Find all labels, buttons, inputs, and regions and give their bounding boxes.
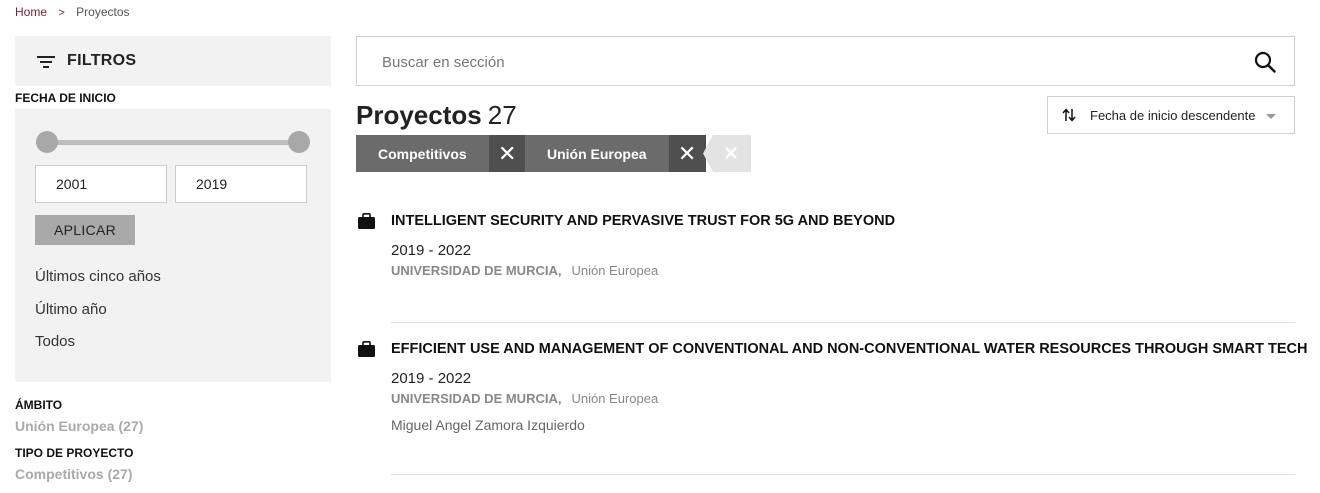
facet-type-competitivos[interactable]: Competitivos (27) (15, 466, 132, 482)
project-years: 2019 - 2022 (391, 370, 472, 387)
results-title: Proyectos (356, 100, 482, 130)
project-organization: UNIVERSIDAD DE MURCIA, Unión Europea (391, 391, 658, 406)
range-option-last-five-years[interactable]: Últimos cinco años (35, 268, 161, 285)
filters-header[interactable]: FILTROS (15, 36, 331, 86)
date-section-label: FECHA DE INICIO (15, 91, 116, 105)
sort-label: Fecha de inicio descendente (1090, 107, 1256, 123)
divider (391, 322, 1295, 323)
facet-count: (27) (118, 418, 144, 434)
end-year-input[interactable] (175, 165, 307, 203)
chevron-down-icon (1266, 114, 1276, 119)
sort-arrows-icon (1062, 108, 1076, 122)
project-years: 2019 - 2022 (391, 242, 472, 259)
breadcrumb-separator: > (58, 7, 65, 19)
project-org-name: UNIVERSIDAD DE MURCIA, (391, 391, 562, 406)
filters-title: FILTROS (67, 52, 137, 69)
apply-date-button[interactable]: APLICAR (35, 215, 135, 245)
project-type-section-label: TIPO DE PROYECTO (15, 446, 134, 460)
project-item: EFFICIENT USE AND MANAGEMENT OF CONVENTI… (356, 341, 1307, 461)
date-range-slider-track[interactable] (46, 140, 300, 145)
filter-icon (37, 54, 55, 68)
range-option-last-year[interactable]: Último año (35, 301, 107, 318)
project-org-name: UNIVERSIDAD DE MURCIA, (391, 263, 562, 278)
divider (391, 474, 1295, 475)
project-title-link[interactable]: INTELLIGENT SECURITY AND PERVASIVE TRUST… (391, 213, 895, 229)
results-count: 27 (487, 100, 517, 130)
date-range-slider-max-handle[interactable] (288, 131, 310, 153)
project-scope: Unión Europea (571, 263, 659, 278)
project-title-link[interactable]: EFFICIENT USE AND MANAGEMENT OF CONVENTI… (391, 341, 1307, 357)
project-researcher-link[interactable]: Miguel Angel Zamora Izquierdo (391, 417, 585, 433)
active-filter-chip: Competitivos ✕ (356, 135, 526, 172)
facet-count: (27) (107, 466, 133, 482)
sort-dropdown[interactable]: Fecha de inicio descendente (1047, 96, 1295, 134)
breadcrumb-current: Proyectos (76, 5, 130, 19)
briefcase-icon (358, 213, 375, 229)
start-year-input[interactable] (35, 165, 167, 203)
chip-label: Unión Europea (547, 145, 647, 162)
briefcase-icon (358, 341, 375, 357)
active-filter-chip: Unión Europea ✕ (525, 135, 706, 172)
date-range-slider-min-handle[interactable] (36, 131, 58, 153)
search-icon[interactable] (1254, 51, 1276, 73)
close-icon[interactable]: ✕ (668, 135, 706, 172)
project-organization: UNIVERSIDAD DE MURCIA, Unión Europea (391, 263, 658, 278)
search-box (356, 36, 1295, 86)
breadcrumb: Home > Proyectos (15, 5, 130, 19)
close-icon[interactable]: ✕ (488, 135, 526, 172)
chip-label: Competitivos (378, 145, 467, 162)
clear-all-filters-button[interactable] (703, 135, 751, 172)
project-item: INTELLIGENT SECURITY AND PERVASIVE TRUST… (356, 213, 1296, 293)
breadcrumb-home-link[interactable]: Home (15, 5, 47, 19)
facet-label: Unión Europea (15, 418, 115, 434)
range-option-all[interactable]: Todos (35, 333, 75, 350)
project-scope: Unión Europea (571, 391, 659, 406)
scope-section-label: ÁMBITO (15, 398, 63, 412)
facet-label: Competitivos (15, 466, 104, 482)
search-input[interactable] (382, 51, 1222, 73)
page-title: Proyectos 27 (356, 100, 517, 131)
facet-scope-union-europea[interactable]: Unión Europea (27) (15, 418, 143, 434)
